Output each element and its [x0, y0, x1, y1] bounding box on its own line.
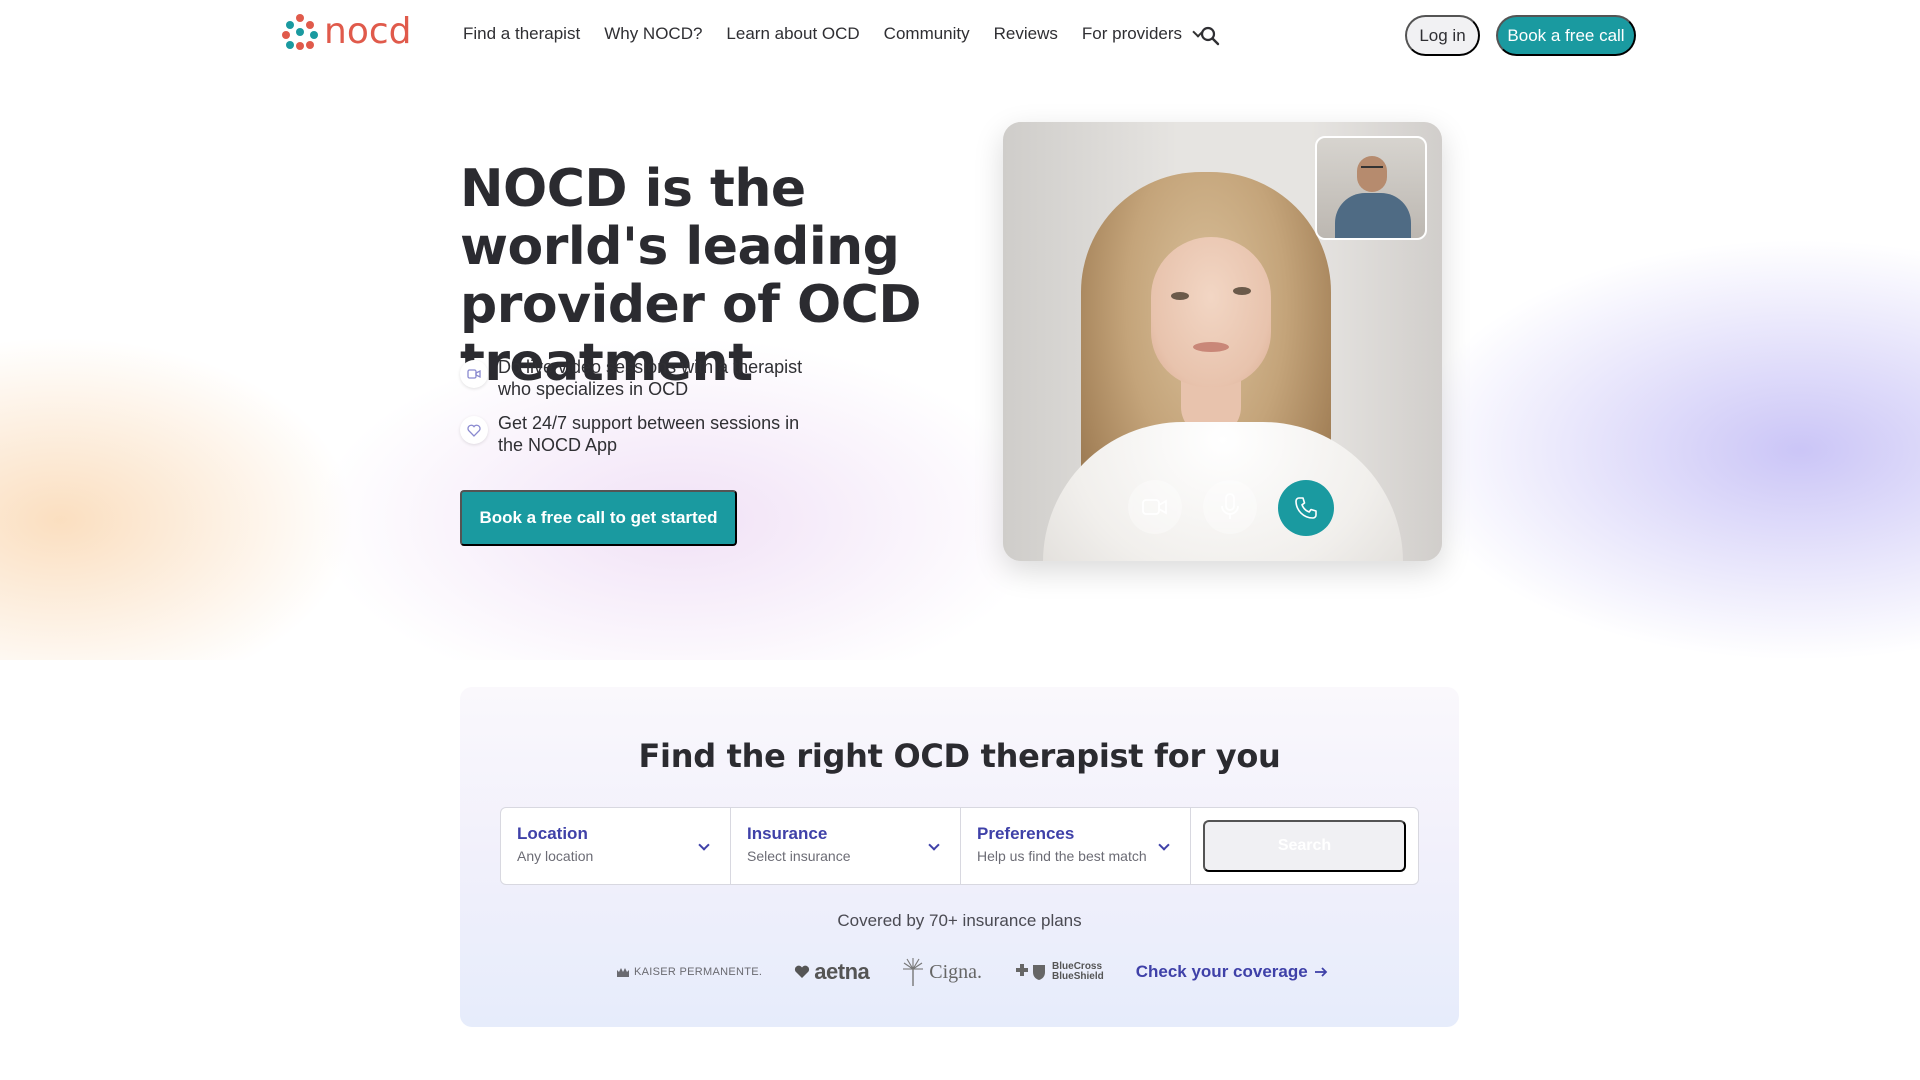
- kaiser-logo-text: KAISER PERMANENTE.: [634, 966, 763, 978]
- camera-icon[interactable]: [1128, 480, 1182, 534]
- heart-icon: [460, 416, 488, 444]
- insurance-value: Select insurance: [747, 848, 851, 864]
- search-button[interactable]: Search: [1203, 820, 1406, 872]
- cigna-logo-text: Cigna.: [929, 960, 983, 983]
- therapist-search-bar: Location Any location Insurance Select i…: [500, 807, 1419, 885]
- insurance-coverage-note: Covered by 70+ insurance plans: [837, 911, 1082, 930]
- nav-for-providers[interactable]: For providers: [1081, 24, 1204, 44]
- nav-why-nocd[interactable]: Why NOCD?: [604, 24, 702, 44]
- login-button[interactable]: Log in: [1405, 15, 1480, 56]
- preferences-value: Help us find the best match: [977, 848, 1147, 864]
- aetna-logo-text: aetna: [814, 959, 870, 984]
- check-coverage-link[interactable]: Check your coverage: [1136, 962, 1328, 982]
- therapist-finder: Find the right OCD therapist for you Loc…: [460, 687, 1459, 1027]
- nav-reviews[interactable]: Reviews: [994, 24, 1058, 44]
- microphone-icon[interactable]: [1203, 480, 1257, 534]
- arrow-right-icon: [1314, 967, 1327, 977]
- nav-learn-about-ocd[interactable]: Learn about OCD: [726, 24, 859, 44]
- phone-icon[interactable]: [1278, 480, 1334, 536]
- search-icon[interactable]: [1200, 26, 1222, 48]
- kaiser-logo: KAISER PERMANENTE.: [616, 966, 762, 978]
- therapist-thumbnail: [1315, 136, 1427, 240]
- bcbs-logo: BlueCross BlueShield: [1014, 962, 1104, 982]
- feature-text: Do live video sessions with a therapist …: [498, 357, 803, 399]
- site-header: nocd Find a therapist Why NOCD? Learn ab…: [0, 0, 1920, 72]
- feature-app-support: Get 24/7 support between sessions in the…: [460, 412, 828, 456]
- location-value: Any location: [517, 848, 594, 864]
- book-free-call-cta[interactable]: Book a free call to get started: [460, 490, 737, 546]
- video-camera-icon: [460, 360, 488, 388]
- bcbs-logo-line2: BlueShield: [1052, 971, 1104, 982]
- feature-text: Get 24/7 support between sessions in the…: [498, 413, 800, 455]
- book-free-call-button[interactable]: Book a free call: [1496, 15, 1636, 56]
- logo-mark-icon: [282, 14, 318, 50]
- nav-community[interactable]: Community: [884, 24, 970, 44]
- finder-title: Find the right OCD therapist for you: [638, 737, 1281, 775]
- nocd-logo[interactable]: nocd: [282, 14, 412, 50]
- feature-video-sessions: Do live video sessions with a therapist …: [460, 356, 828, 400]
- nav-find-therapist[interactable]: Find a therapist: [463, 24, 580, 44]
- main-nav: Find a therapist Why NOCD? Learn about O…: [463, 24, 1204, 44]
- insurance-label: Insurance: [747, 824, 828, 843]
- location-label: Location: [517, 824, 588, 843]
- insurance-select[interactable]: Insurance Select insurance: [731, 808, 961, 884]
- aetna-logo: aetna: [794, 959, 870, 985]
- nav-for-providers-label: For providers: [1081, 24, 1183, 43]
- video-call-preview: [1003, 122, 1442, 561]
- insurer-logos: KAISER PERMANENTE. aetna Cigna. BlueCros…: [616, 957, 1328, 987]
- location-select[interactable]: Location Any location: [501, 808, 731, 884]
- preferences-label: Preferences: [977, 824, 1075, 843]
- preferences-select[interactable]: Preferences Help us find the best match: [961, 808, 1191, 884]
- logo-wordmark: nocd: [324, 11, 412, 52]
- cigna-logo: Cigna.: [901, 957, 982, 987]
- check-coverage-label: Check your coverage: [1135, 962, 1308, 981]
